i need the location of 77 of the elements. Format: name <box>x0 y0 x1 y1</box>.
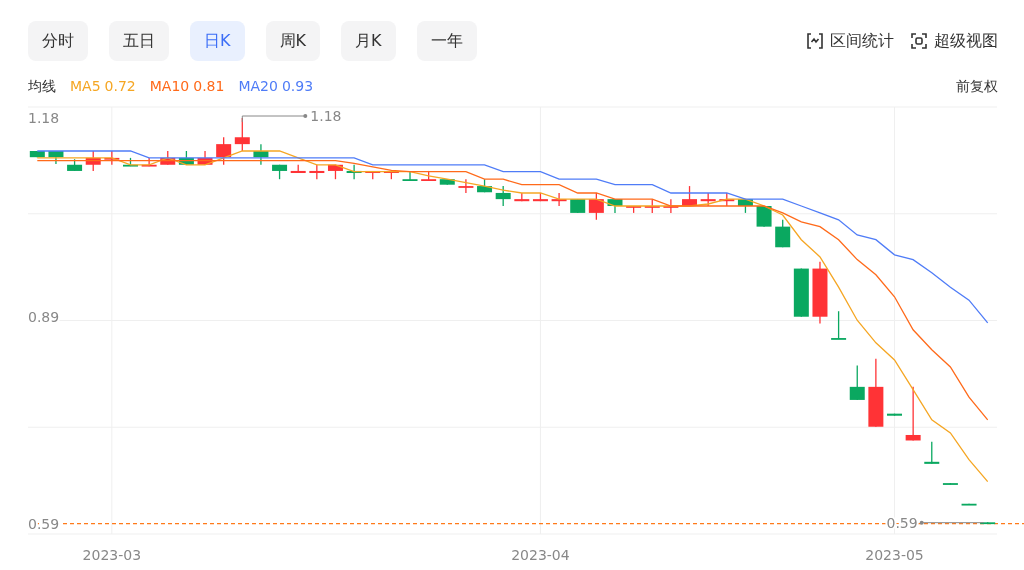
candlestick <box>402 170 418 181</box>
leader-line <box>241 114 308 123</box>
candlestick <box>737 198 753 214</box>
candlestick <box>123 157 138 167</box>
axis-label: 0.59 <box>28 515 60 532</box>
candlestick <box>793 267 809 318</box>
candlestick <box>85 150 101 172</box>
candlestick <box>719 192 735 207</box>
candlestick <box>48 150 64 165</box>
axis-label: 1.18 <box>28 110 60 126</box>
candlestick <box>849 364 865 401</box>
candlestick <box>663 198 679 214</box>
legend-value: 0.81 <box>193 76 225 96</box>
period-tab[interactable]: 五日 <box>109 21 169 61</box>
candlestick <box>458 178 474 194</box>
candlestick <box>887 413 902 417</box>
legend-title: 均线 <box>28 76 56 96</box>
super-view-button[interactable]: 超级视图 <box>910 29 998 53</box>
candlestick <box>551 192 567 207</box>
candlestick <box>365 170 381 180</box>
axis-label: 2023-04 <box>511 547 570 563</box>
frame-icon <box>910 32 928 50</box>
candlestick <box>775 219 791 248</box>
leader-line <box>919 520 985 525</box>
candlestick <box>327 164 343 180</box>
candlestick <box>383 170 399 180</box>
candlestick <box>756 205 772 228</box>
candlestick <box>905 386 921 442</box>
candlestick <box>961 503 977 506</box>
candlestick <box>421 170 437 181</box>
candlestick <box>141 157 157 167</box>
period-tab[interactable]: 月K <box>341 21 396 61</box>
candlestick <box>607 198 623 214</box>
legend-series-name: MA5 <box>70 76 101 96</box>
candlestick <box>514 192 530 202</box>
candlestick <box>104 150 120 166</box>
candlestick <box>197 150 213 166</box>
candlestick <box>290 164 306 174</box>
candlestick <box>346 164 362 180</box>
legend-value: 0.72 <box>104 76 136 96</box>
candlestick <box>29 150 45 158</box>
candlestick <box>626 205 642 214</box>
legend-series-name: MA20 <box>238 76 278 96</box>
price-adjustment-label[interactable]: 前复权 <box>956 75 998 97</box>
range-stats-button[interactable]: 区间统计 <box>806 29 894 53</box>
period-tab[interactable]: 日K <box>190 21 245 61</box>
legend-series-name: MA10 <box>149 76 190 96</box>
candlestick <box>495 185 511 207</box>
candlestick <box>682 185 698 207</box>
axis-label: 2023-03 <box>82 547 142 563</box>
candlestick <box>588 192 604 221</box>
candlestick <box>812 261 828 325</box>
legend-value: 0.93 <box>281 76 314 96</box>
candlestick <box>924 441 940 465</box>
candlestick <box>439 178 455 186</box>
candlestick <box>868 358 884 428</box>
candlestick <box>67 158 83 172</box>
period-tab[interactable]: 分时 <box>28 21 88 61</box>
candlestick <box>178 150 194 166</box>
price-label: 0.59 <box>886 514 918 531</box>
candlestick <box>831 310 847 340</box>
period-tab[interactable]: 一年 <box>416 21 477 61</box>
candlestick <box>160 150 176 166</box>
candlestick <box>980 521 996 525</box>
price-label: 1.18 <box>310 108 342 124</box>
candlestick <box>532 192 548 202</box>
candlestick <box>942 482 958 486</box>
candlestick <box>253 143 269 166</box>
axis-label: 2023-05 <box>865 547 924 563</box>
candlestick <box>477 178 493 193</box>
bracket-wave-icon <box>806 32 824 50</box>
axis-label: 0.89 <box>28 309 60 326</box>
candlestick <box>644 198 660 214</box>
candlestick <box>309 164 325 180</box>
candlestick <box>216 136 232 166</box>
period-tab[interactable]: 周K <box>265 21 320 61</box>
candlestick <box>272 164 288 180</box>
